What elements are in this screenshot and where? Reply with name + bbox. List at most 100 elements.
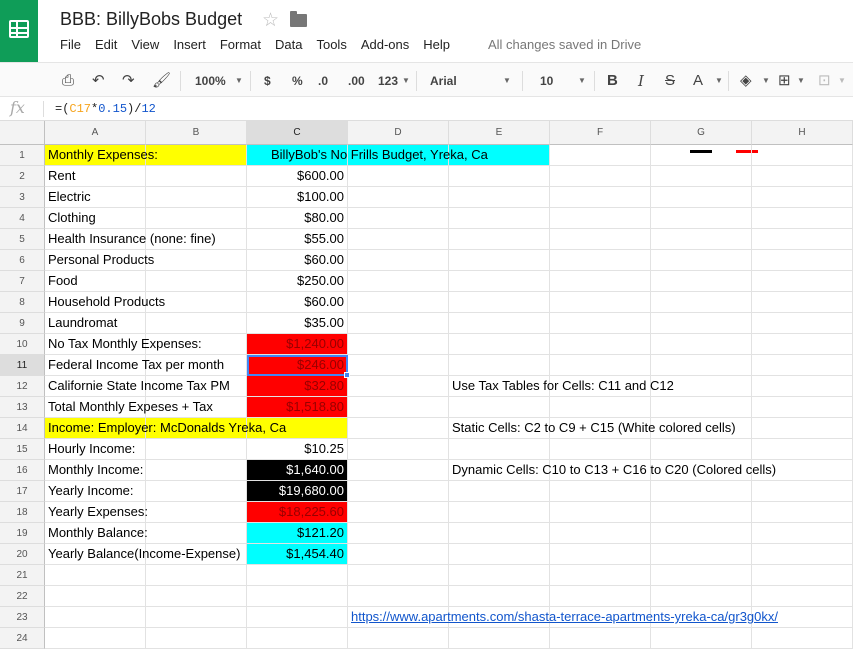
cell-h24[interactable]	[752, 628, 853, 649]
cell-f18[interactable]	[550, 502, 651, 523]
cell-g1[interactable]	[651, 145, 752, 166]
cell-d7[interactable]	[348, 271, 449, 292]
cell-d12[interactable]	[348, 376, 449, 397]
cell-d16[interactable]	[348, 460, 449, 481]
cell-f24[interactable]	[550, 628, 651, 649]
cell-e15[interactable]	[449, 439, 550, 460]
cell-f15[interactable]	[550, 439, 651, 460]
cell-d21[interactable]	[348, 565, 449, 586]
menu-tools[interactable]: Tools	[316, 37, 346, 55]
cell-b19[interactable]	[146, 523, 247, 544]
row-header[interactable]: 11	[0, 355, 45, 376]
strikethrough-button[interactable]: S	[665, 71, 675, 91]
increase-decimal-button[interactable]: .00	[348, 71, 365, 91]
cell-f22[interactable]	[550, 586, 651, 607]
cell-f9[interactable]	[550, 313, 651, 334]
sheets-logo-icon[interactable]	[0, 0, 38, 62]
row-header[interactable]: 15	[0, 439, 45, 460]
cell-g17[interactable]	[651, 481, 752, 502]
menu-help[interactable]: Help	[423, 37, 450, 55]
cell-h12[interactable]	[752, 376, 853, 397]
cell-c1[interactable]: BillyBob's No Frills Budget, Yreka, Ca	[247, 145, 488, 166]
cell-e12[interactable]: Use Tax Tables for Cells: C11 and C12	[449, 376, 674, 397]
menu-data[interactable]: Data	[275, 37, 302, 55]
cell-d13[interactable]	[348, 397, 449, 418]
cell-a10[interactable]: No Tax Monthly Expenses:	[45, 334, 202, 355]
cell-a23[interactable]	[45, 607, 146, 628]
column-header-e[interactable]: E	[449, 121, 550, 145]
cell-c2[interactable]: $600.00	[247, 166, 348, 187]
row-header[interactable]: 12	[0, 376, 45, 397]
cell-e21[interactable]	[449, 565, 550, 586]
cell-e8[interactable]	[449, 292, 550, 313]
cell-d6[interactable]	[348, 250, 449, 271]
cell-a5[interactable]: Health Insurance (none: fine)	[45, 229, 216, 250]
cell-e6[interactable]	[449, 250, 550, 271]
cell-a22[interactable]	[45, 586, 146, 607]
percent-format-button[interactable]: %	[292, 71, 303, 91]
cell-g6[interactable]	[651, 250, 752, 271]
cell-f20[interactable]	[550, 544, 651, 565]
cell-h2[interactable]	[752, 166, 853, 187]
cell-h21[interactable]	[752, 565, 853, 586]
redo-icon[interactable]: ↷	[122, 71, 135, 91]
cell-e10[interactable]	[449, 334, 550, 355]
merge-cells-icon[interactable]: ⊡	[818, 71, 831, 91]
cell-d18[interactable]	[348, 502, 449, 523]
cell-a19[interactable]: Monthly Balance:	[45, 523, 148, 544]
cell-h18[interactable]	[752, 502, 853, 523]
row-header[interactable]: 4	[0, 208, 45, 229]
row-header[interactable]: 19	[0, 523, 45, 544]
cell-f13[interactable]	[550, 397, 651, 418]
cell-e24[interactable]	[449, 628, 550, 649]
cell-c24[interactable]	[247, 628, 348, 649]
row-header[interactable]: 10	[0, 334, 45, 355]
row-header[interactable]: 1	[0, 145, 45, 166]
cell-g11[interactable]	[651, 355, 752, 376]
cell-f3[interactable]	[550, 187, 651, 208]
cell-c10[interactable]: $1,240.00	[247, 334, 348, 355]
row-header[interactable]: 3	[0, 187, 45, 208]
cell-d9[interactable]	[348, 313, 449, 334]
cell-h3[interactable]	[752, 187, 853, 208]
cell-g24[interactable]	[651, 628, 752, 649]
print-icon[interactable]: ⎙	[62, 71, 74, 91]
cell-e9[interactable]	[449, 313, 550, 334]
decrease-decimal-button[interactable]: .0	[318, 71, 328, 91]
cell-h7[interactable]	[752, 271, 853, 292]
column-header-c[interactable]: C	[247, 121, 348, 145]
cell-g3[interactable]	[651, 187, 752, 208]
cell-b21[interactable]	[146, 565, 247, 586]
cell-b18[interactable]	[146, 502, 247, 523]
cell-e20[interactable]	[449, 544, 550, 565]
cell-f2[interactable]	[550, 166, 651, 187]
document-title[interactable]: BBB: BillyBobs Budget	[60, 9, 242, 30]
cell-h6[interactable]	[752, 250, 853, 271]
cell-b1[interactable]	[146, 145, 247, 166]
row-header[interactable]: 13	[0, 397, 45, 418]
cell-a3[interactable]: Electric	[45, 187, 146, 208]
row-header[interactable]: 18	[0, 502, 45, 523]
cell-g20[interactable]	[651, 544, 752, 565]
more-formats-button[interactable]: 123	[378, 71, 398, 91]
menu-insert[interactable]: Insert	[173, 37, 206, 55]
cell-g7[interactable]	[651, 271, 752, 292]
cell-f21[interactable]	[550, 565, 651, 586]
cell-h22[interactable]	[752, 586, 853, 607]
menu-file[interactable]: File	[60, 37, 81, 55]
cell-c6[interactable]: $60.00	[247, 250, 348, 271]
cell-a1[interactable]: Monthly Expenses:	[45, 145, 158, 166]
star-icon[interactable]: ☆	[262, 9, 279, 32]
cell-g22[interactable]	[651, 586, 752, 607]
cell-e3[interactable]	[449, 187, 550, 208]
cell-c16[interactable]: $1,640.00	[247, 460, 348, 481]
cell-b22[interactable]	[146, 586, 247, 607]
cell-h14[interactable]	[752, 418, 853, 439]
currency-format-button[interactable]: $	[264, 71, 271, 91]
cell-d23[interactable]: https://www.apartments.com/shasta-terrac…	[348, 607, 778, 628]
select-all-corner[interactable]	[0, 121, 45, 145]
cell-d3[interactable]	[348, 187, 449, 208]
cell-a24[interactable]	[45, 628, 146, 649]
cell-g9[interactable]	[651, 313, 752, 334]
cell-c4[interactable]: $80.00	[247, 208, 348, 229]
